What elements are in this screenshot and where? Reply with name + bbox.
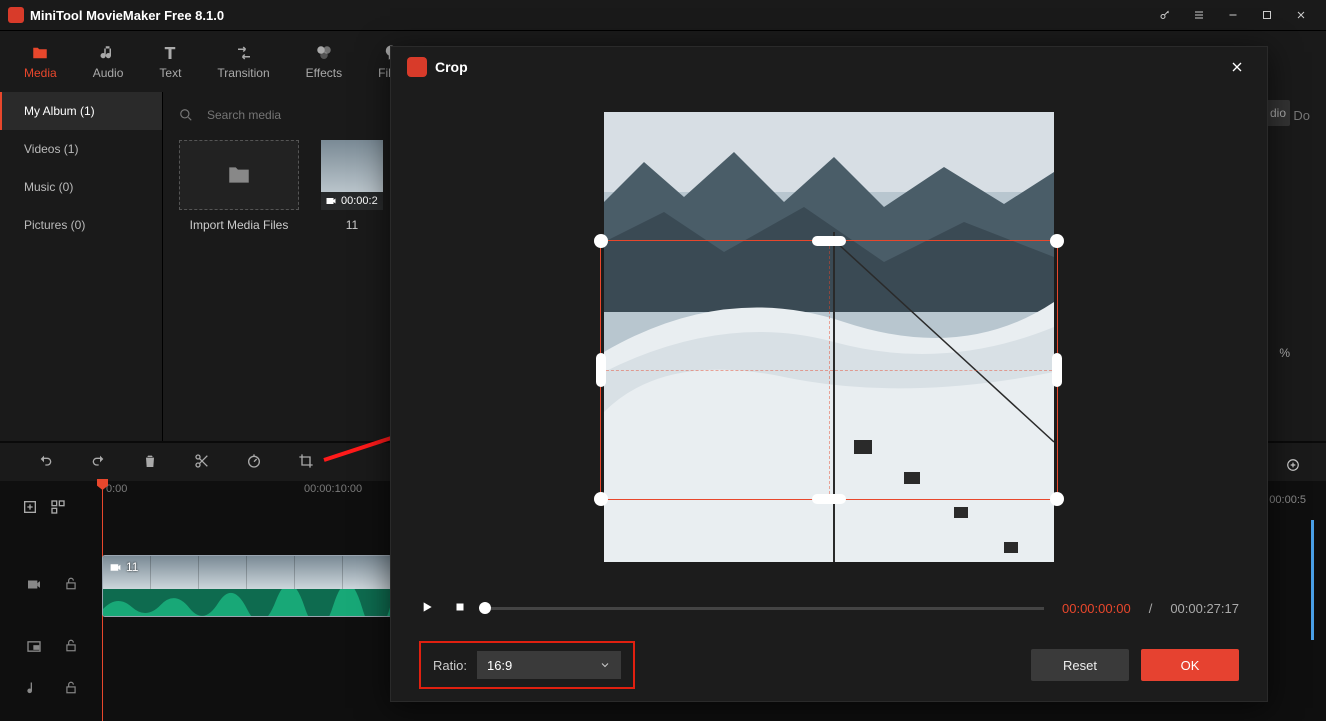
title-bar: MiniTool MovieMaker Free 8.1.0 [0,0,1326,30]
right-vscroll-hint[interactable] [1311,520,1314,640]
crop-preview[interactable] [604,112,1054,562]
crop-handle-left[interactable] [596,353,606,387]
crop-handle-tr[interactable] [1050,234,1064,248]
chevron-down-icon [599,659,611,671]
close-dialog-button[interactable] [1223,53,1251,81]
lock-icon[interactable] [64,577,78,596]
percent-peek: % [1279,346,1290,360]
crop-footer: Ratio: 16:9 Reset OK [391,629,1267,701]
redo-button[interactable] [90,453,106,472]
tab-label-media: Media [24,66,57,80]
tab-label-audio: Audio [93,66,124,80]
play-button[interactable] [419,599,435,618]
maximize-icon[interactable] [1250,0,1284,30]
speed-button[interactable] [246,453,262,472]
seek-slider[interactable] [485,607,1044,610]
crop-handle-tl[interactable] [594,234,608,248]
reset-button[interactable]: Reset [1031,649,1129,681]
time-duration: 00:00:27:17 [1170,601,1239,616]
video-track-icon [26,577,42,596]
undo-button[interactable] [38,453,54,472]
time-current: 00:00:00:00 [1062,601,1131,616]
pip-track-icon [26,639,42,658]
tab-transition[interactable]: Transition [217,44,269,80]
video-icon [325,195,337,207]
crop-grid-horizontal [601,370,1057,371]
timeline-clip[interactable]: 11 [102,555,392,617]
media-sidebar: My Album (1) Videos (1) Music (0) Pictur… [0,92,163,441]
search-icon [179,108,193,122]
audio-tab-peek[interactable]: dio [1266,100,1290,126]
crop-button[interactable] [298,453,314,472]
tab-text[interactable]: Text [159,44,181,80]
crop-handle-br[interactable] [1050,492,1064,506]
sidebar-item-videos[interactable]: Videos (1) [0,130,162,168]
sidebar-item-pictures[interactable]: Pictures (0) [0,206,162,244]
clip-filename: 11 [321,218,383,232]
crop-handle-bottom[interactable] [812,494,846,504]
marker-list-icon[interactable] [50,499,66,518]
sidebar-item-music[interactable]: Music (0) [0,168,162,206]
time-separator: / [1149,601,1153,616]
add-marker-icon[interactable] [22,499,38,518]
media-clip-tile[interactable]: 00:00:2 11 [321,140,383,232]
time-tick-1: 00:00:10:00 [304,483,362,495]
right-panel-peek: dio % [1264,100,1326,360]
ok-button[interactable]: OK [1141,649,1239,681]
clip-duration: 00:00:2 [341,195,378,207]
crop-playbar: 00:00:00:00 / 00:00:27:17 [391,587,1267,629]
tab-audio[interactable]: Audio [93,44,124,80]
crop-rectangle[interactable] [600,240,1058,500]
clip-badge-label: 11 [126,560,138,574]
crop-handle-bl[interactable] [594,492,608,506]
seek-thumb[interactable] [479,602,491,614]
crop-handle-right[interactable] [1052,353,1062,387]
app-icon [8,7,24,23]
close-icon[interactable] [1284,0,1318,30]
minimize-icon[interactable] [1216,0,1250,30]
app-title: MiniTool MovieMaker Free 8.1.0 [30,8,224,23]
clip-video-icon [109,561,122,574]
tab-label-text: Text [159,66,181,80]
tab-media[interactable]: Media [24,44,57,80]
crop-title: Crop [435,59,468,75]
time-tick-0: 0:00 [106,483,127,495]
folder-icon [226,162,252,188]
menu-icon[interactable] [1182,0,1216,30]
key-icon[interactable] [1148,0,1182,30]
time-tick-right: 00:00:5 [1269,494,1306,506]
delete-button[interactable] [142,453,158,472]
tab-label-effects: Effects [306,66,342,80]
audio-track-icon [26,681,42,700]
crop-app-icon [407,57,427,77]
crop-dialog: Crop [390,46,1268,702]
tab-effects[interactable]: Effects [306,44,342,80]
ratio-control-highlight: Ratio: 16:9 [419,641,635,689]
lock-icon[interactable] [64,681,78,700]
tab-label-transition: Transition [217,66,269,80]
lock-icon[interactable] [64,639,78,658]
import-media-tile[interactable]: Import Media Files [179,140,299,232]
zoom-add-icon[interactable] [1286,458,1300,475]
import-label: Import Media Files [179,218,299,232]
brand: MiniTool MovieMaker Free 8.1.0 [8,7,224,23]
ratio-label: Ratio: [433,658,467,673]
split-button[interactable] [194,453,210,472]
ratio-select[interactable]: 16:9 [477,651,621,679]
stop-button[interactable] [453,600,467,617]
crop-handle-top[interactable] [812,236,846,246]
sidebar-item-myalbum[interactable]: My Album (1) [0,92,162,130]
ratio-value: 16:9 [487,658,512,673]
